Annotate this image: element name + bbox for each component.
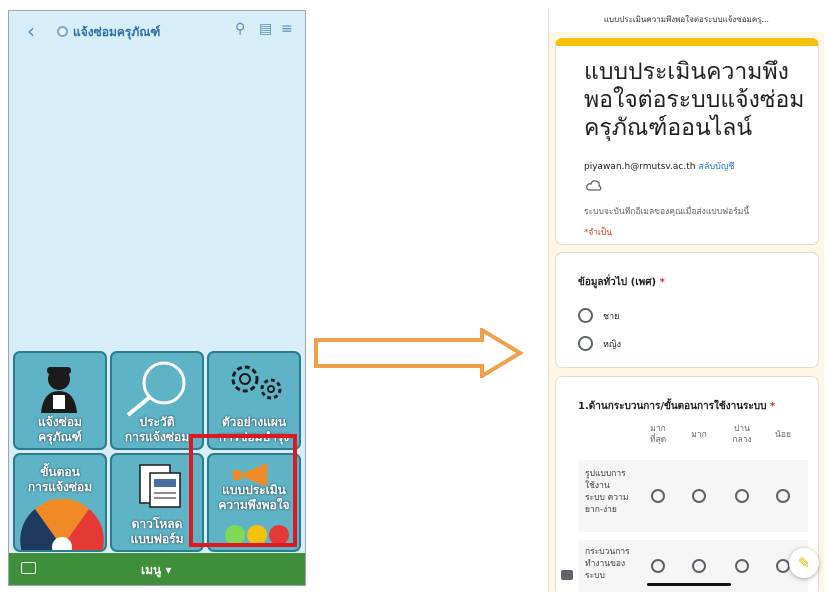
browser-title-bar: แบบประเมินความพึงพอใจต่อระบบแจ้งซ่อมครุ.…	[549, 8, 824, 32]
radio-row1-much[interactable]	[692, 489, 706, 503]
col-header-most: มาก ที่สุด	[649, 424, 667, 445]
process-wheel-icon	[20, 499, 104, 550]
right-phone-screenshot: แบบประเมินความพึงพอใจต่อระบบแจ้งซ่อมครุ.…	[548, 8, 824, 592]
menu-icon[interactable]: ≡	[281, 21, 293, 37]
col-header-much: มาก	[691, 430, 707, 440]
question-gender-card: ข้อมูลทั่วไป (เพศ) * ชาย หญิง	[555, 252, 819, 368]
radio-row2-little[interactable]	[776, 559, 790, 573]
app-header: ‹ แจ้งซ่อมครุภัณฑ์ ⚲ ▤ ≡	[9, 11, 305, 51]
menu-button[interactable]: เมนู ▾	[141, 561, 171, 580]
tile-report-repair[interactable]: แจ้งซ่อม ครุภัณฑ์	[13, 351, 107, 450]
grid-row-usability: รูปแบบการ ใช้งาน ระบบ ความ ยาก-ง่าย	[578, 460, 808, 532]
edit-pencil-icon[interactable]: ✎	[789, 548, 819, 578]
question-gender-title: ข้อมูลทั่วไป (เพศ) *	[578, 277, 665, 288]
back-icon[interactable]: ‹	[27, 19, 35, 43]
col-header-medium: ปาน กลาง	[732, 424, 752, 445]
tile-report-repair-label: แจ้งซ่อม ครุภัณฑ์	[38, 415, 82, 444]
gears-icon	[231, 365, 282, 400]
form-title: แบบประเมินความพึงพอใจต่อระบบแจ้งซ่อมครุภ…	[584, 59, 805, 141]
option-male[interactable]: ชาย	[578, 308, 619, 323]
radio-row2-most[interactable]	[651, 559, 665, 573]
radio-row2-medium[interactable]	[735, 559, 749, 573]
account-email: piyawan.h@rmutsv.ac.th	[584, 162, 696, 172]
magnifier-icon	[126, 361, 186, 417]
radio-female[interactable]	[578, 336, 593, 351]
tile-repair-steps-label: ขั้นตอน การแจ้งซ่อม	[27, 465, 93, 494]
row-label-process: กระบวนการ ทำงานของ ระบบ	[585, 547, 630, 581]
feedback-icon[interactable]	[561, 570, 573, 580]
option-male-label: ชาย	[603, 311, 620, 322]
app-logo-icon	[57, 26, 68, 37]
radio-row2-much[interactable]	[692, 559, 706, 573]
required-note: *จำเป็น	[584, 228, 613, 238]
radio-row1-most[interactable]	[651, 489, 665, 503]
switch-account-link[interactable]: สลับบัญชี	[698, 162, 734, 172]
email-note: ระบบจะบันทึกอีเมลของคุณเมื่อส่งแบบฟอร์มน…	[584, 207, 750, 217]
option-female-label: หญิง	[603, 339, 621, 350]
arrow-right-icon	[314, 328, 524, 378]
tile-repair-steps[interactable]: ขั้นตอน การแจ้งซ่อม	[13, 453, 107, 552]
radio-row1-medium[interactable]	[735, 489, 749, 503]
row-label-usability: รูปแบบการ ใช้งาน ระบบ ความ ยาก-ง่าย	[585, 469, 629, 515]
form-header-card: แบบประเมินความพึงพอใจต่อระบบแจ้งซ่อมครุภ…	[555, 38, 819, 245]
app-title: แจ้งซ่อมครุภัณฑ์	[73, 25, 161, 39]
col-header-little: น้อย	[775, 430, 791, 440]
search-icon[interactable]: ⚲	[235, 21, 245, 37]
question-process-card: 1.ด้านกระบวนการ/ขั้นตอนการใช้งานระบบ * ม…	[555, 376, 819, 592]
radio-row1-little[interactable]	[776, 489, 790, 503]
bottom-bar: เมนู ▾	[9, 553, 305, 585]
account-line: piyawan.h@rmutsv.ac.th สลับบัญชี	[584, 159, 735, 173]
option-female[interactable]: หญิง	[578, 336, 621, 351]
notes-icon[interactable]: ▤	[259, 21, 272, 37]
question-process-title: 1.ด้านกระบวนการ/ขั้นตอนการใช้งานระบบ *	[578, 401, 776, 412]
cloud-icon	[586, 180, 602, 191]
radio-male[interactable]	[578, 308, 593, 323]
keyboard-icon[interactable]	[21, 562, 36, 574]
highlight-box	[189, 434, 297, 547]
worker-icon	[41, 367, 77, 413]
home-indicator	[647, 583, 731, 586]
